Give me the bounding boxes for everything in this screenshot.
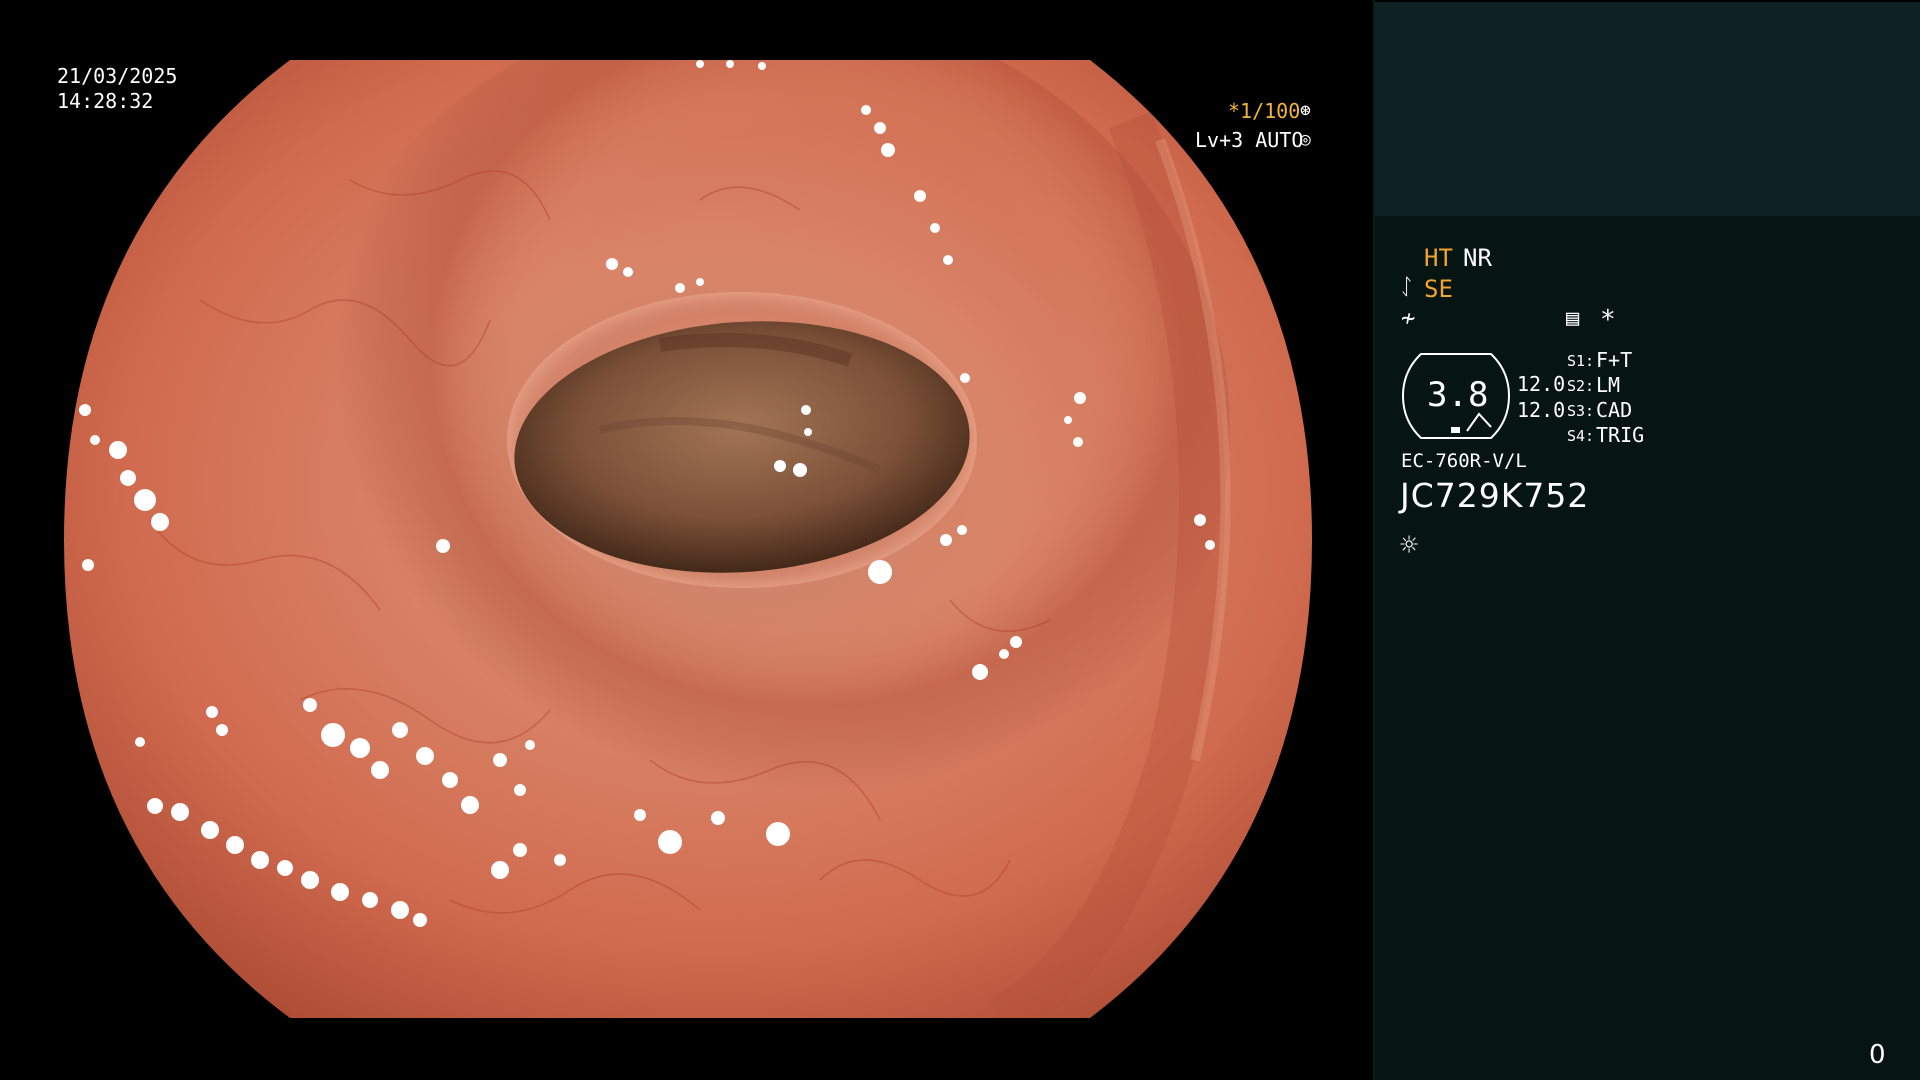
star-indicator: *	[1600, 305, 1616, 335]
mode-nr-label: NR	[1463, 244, 1492, 272]
switch-4-key: S4:	[1567, 427, 1595, 445]
switch-4-value: TRIG	[1596, 423, 1645, 447]
info-panel-top	[1375, 2, 1920, 216]
switch-3-value: CAD	[1596, 398, 1633, 422]
auto-exposure-icon: ◎	[1300, 129, 1311, 150]
scope-serial: JC729K752	[1400, 476, 1590, 515]
switch-3-key: S3:	[1567, 402, 1595, 420]
menu-list-icon: ▤	[1566, 306, 1580, 331]
brightness-level: Lv+3 AUTO	[1195, 128, 1304, 152]
parameter-value-1: 12.0	[1517, 372, 1566, 396]
shutter-speed: *1/100	[1228, 99, 1301, 123]
structure-enhance-icon: ᛇ	[1400, 275, 1414, 300]
switch-2-value: LM	[1596, 373, 1621, 397]
switch-1-value: F+T	[1596, 348, 1633, 372]
parameter-value-2: 12.0	[1517, 398, 1566, 422]
time-display: 14:28:32	[57, 89, 154, 113]
color-mode-icon: ≁	[1401, 304, 1416, 332]
zoom-indicator-mark	[1451, 427, 1460, 433]
info-panel	[1375, 216, 1920, 1080]
mode-se-label: SE	[1424, 275, 1453, 303]
switch-2-key: S2:	[1567, 377, 1595, 395]
light-source-icon: ☼	[1400, 528, 1419, 563]
shutter-icon: ⊛	[1300, 100, 1311, 121]
zoom-value: 3.8	[1427, 375, 1489, 415]
scope-model: EC-760R-V/L	[1401, 450, 1527, 472]
switch-1-key: S1:	[1567, 352, 1595, 370]
endoscopy-screen: 21/03/2025 14:28:32 *1/100 ⊛ Lv+3 AUTO ◎…	[0, 0, 1920, 1080]
date-display: 21/03/2025	[57, 64, 178, 88]
mode-ht-label: HT	[1424, 244, 1453, 272]
image-counter: 0	[1869, 1040, 1886, 1070]
endoscopic-image	[0, 0, 1375, 1080]
